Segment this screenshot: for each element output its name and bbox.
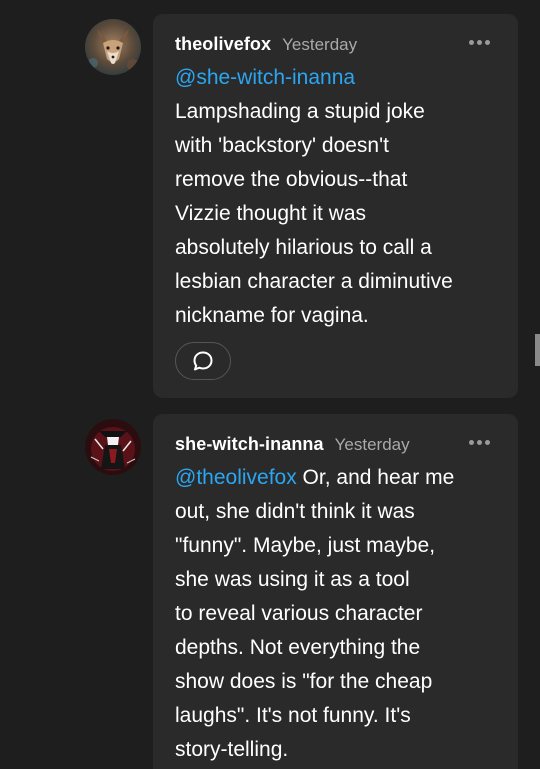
timestamp[interactable]: Yesterday xyxy=(335,435,410,455)
username[interactable]: theolivefox xyxy=(175,34,271,55)
comment-line: remove the obvious--that xyxy=(175,168,408,191)
comment-line: she was using it as a tool xyxy=(175,568,410,591)
witch-avatar-icon xyxy=(85,419,141,475)
more-options-icon[interactable] xyxy=(469,440,490,445)
comment-line: lesbian character a diminutive xyxy=(175,270,453,293)
comment-line: story-telling. xyxy=(175,738,289,761)
comment-header: she-witch-inanna Yesterday xyxy=(175,434,410,455)
comment-header: theolivefox Yesterday xyxy=(175,34,357,55)
reply-button[interactable] xyxy=(175,342,231,380)
more-options-icon[interactable] xyxy=(469,40,490,45)
comment-card: she-witch-inanna Yesterday @theolivefox … xyxy=(153,414,518,769)
comment-body: @theolivefox Or, and hear me out, she di… xyxy=(175,461,505,767)
comment-card: theolivefox Yesterday @she-witch-inanna … xyxy=(153,14,518,398)
comment-body: @she-witch-inanna Lampshading a stupid j… xyxy=(175,61,505,333)
comment-line: "funny". Maybe, just maybe, xyxy=(175,534,436,557)
timestamp[interactable]: Yesterday xyxy=(282,35,357,55)
comment-line: out, she didn't think it was xyxy=(175,500,415,523)
comment-line: to reveal various character xyxy=(175,602,423,625)
speech-bubble-icon xyxy=(193,351,213,371)
mention-link[interactable]: @theolivefox xyxy=(175,466,297,489)
comment-line: laughs". It's not funny. It's xyxy=(175,704,411,727)
comment-line: with 'backstory' doesn't xyxy=(175,134,389,157)
comments-page: theolivefox Yesterday @she-witch-inanna … xyxy=(0,0,540,769)
comment-line: Lampshading a stupid joke xyxy=(175,100,425,123)
comment-line: Vizzie thought it was xyxy=(175,202,367,225)
username[interactable]: she-witch-inanna xyxy=(175,434,324,455)
comment-line: absolutely hilarious to call a xyxy=(175,236,432,259)
scrollbar-handle[interactable] xyxy=(535,334,540,366)
fox-avatar-icon xyxy=(85,19,141,75)
mention-link[interactable]: @she-witch-inanna xyxy=(175,66,355,89)
comment-line: depths. Not everything the xyxy=(175,636,421,659)
avatar-she-witch-inanna[interactable] xyxy=(85,419,141,475)
comment-line: Or, and hear me xyxy=(296,466,455,489)
comment-line: show does is "for the cheap xyxy=(175,670,433,693)
avatar-theolivefox[interactable] xyxy=(85,19,141,75)
comment-line: nickname for vagina. xyxy=(175,304,369,327)
